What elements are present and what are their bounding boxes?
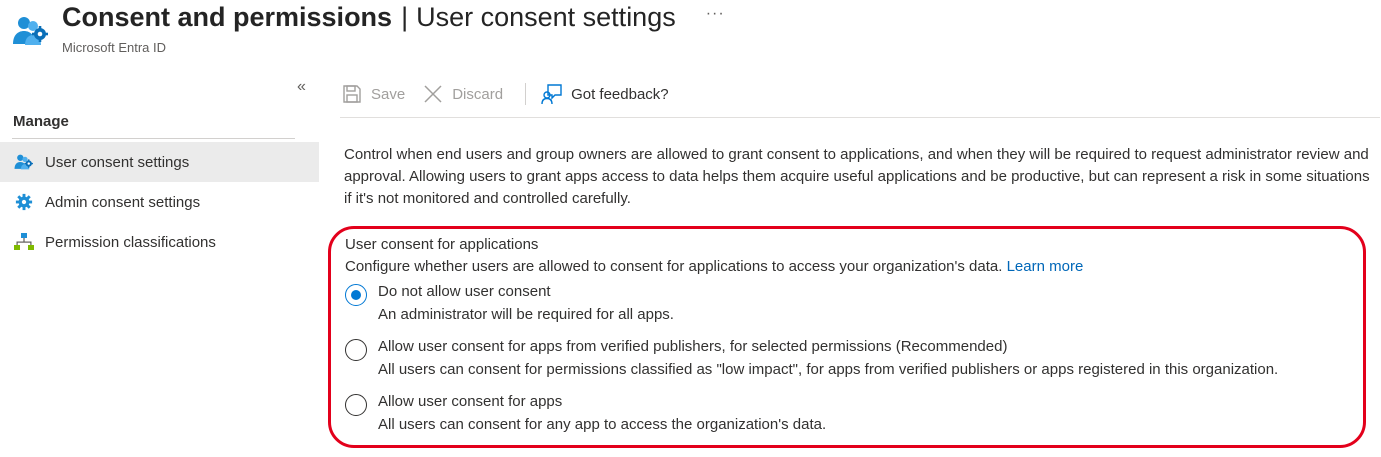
radio-label[interactable]: Allow user consent for apps from verifie… [378,338,1007,355]
page-title-sub: User consent settings [416,2,676,32]
radio-button[interactable] [345,394,367,416]
users-gear-icon [12,14,50,48]
section-title: User consent for applications [345,236,539,253]
save-button[interactable]: Save [340,82,405,106]
page-description: Control when end users and group owners … [344,146,1370,207]
radio-button[interactable] [345,339,367,361]
title-separator: | [401,2,409,32]
save-label: Save [371,85,406,103]
feedback-label: Got feedback? [571,85,669,103]
feedback-button[interactable]: Got feedback? [540,82,669,106]
sidebar-item-label: User consent settings [45,153,190,171]
section-description-text: Configure whether users are allowed to c… [345,258,1003,275]
manage-heading: Manage [13,113,69,130]
radio-option-verified-publishers: Allow user consent for apps from verifie… [345,338,1355,384]
hierarchy-icon [13,232,35,252]
close-icon [421,82,445,106]
page-header: Consent and permissions | User consent s… [12,0,1372,62]
radio-option-do-not-allow: Do not allow user consent An administrat… [345,283,1355,329]
sidebar-item-permission-classifications[interactable]: Permission classifications [0,222,319,262]
feedback-icon [540,82,564,106]
page-title-main: Consent and permissions [62,2,393,32]
radio-label[interactable]: Do not allow user consent [378,283,551,300]
save-icon [340,82,364,106]
divider [12,138,295,139]
sidebar: « Manage User consent settings Admin con… [0,72,320,457]
collapse-sidebar-button[interactable]: « [297,78,306,96]
sidebar-item-label: Admin consent settings [45,193,201,211]
learn-more-link[interactable]: Learn more [1007,258,1084,275]
more-options-icon[interactable]: ··· [706,5,725,23]
radio-help-text: All users can consent for permissions cl… [378,361,1279,378]
sidebar-item-label: Permission classifications [45,233,216,251]
command-bar: Save Discard Got feedback? [340,72,1380,116]
radio-help-text: An administrator will be required for al… [378,306,674,323]
gear-icon [13,192,35,212]
radio-help-text: All users can consent for any app to acc… [378,416,827,433]
users-gear-icon [13,152,35,172]
sidebar-item-user-consent-settings[interactable]: User consent settings [0,142,319,182]
toolbar-divider-line [340,117,1380,118]
radio-option-allow-all-apps: Allow user consent for apps All users ca… [345,393,1355,439]
section-description: Configure whether users are allowed to c… [345,258,1083,275]
toolbar-divider [525,83,527,105]
discard-label: Discard [452,85,504,103]
page-subtitle: Microsoft Entra ID [62,40,167,55]
page-title: Consent and permissions | User consent s… [62,2,725,33]
radio-label[interactable]: Allow user consent for apps [378,393,562,410]
radio-button-selected[interactable] [345,284,367,306]
discard-button[interactable]: Discard [421,82,503,106]
sidebar-item-admin-consent-settings[interactable]: Admin consent settings [0,182,319,222]
